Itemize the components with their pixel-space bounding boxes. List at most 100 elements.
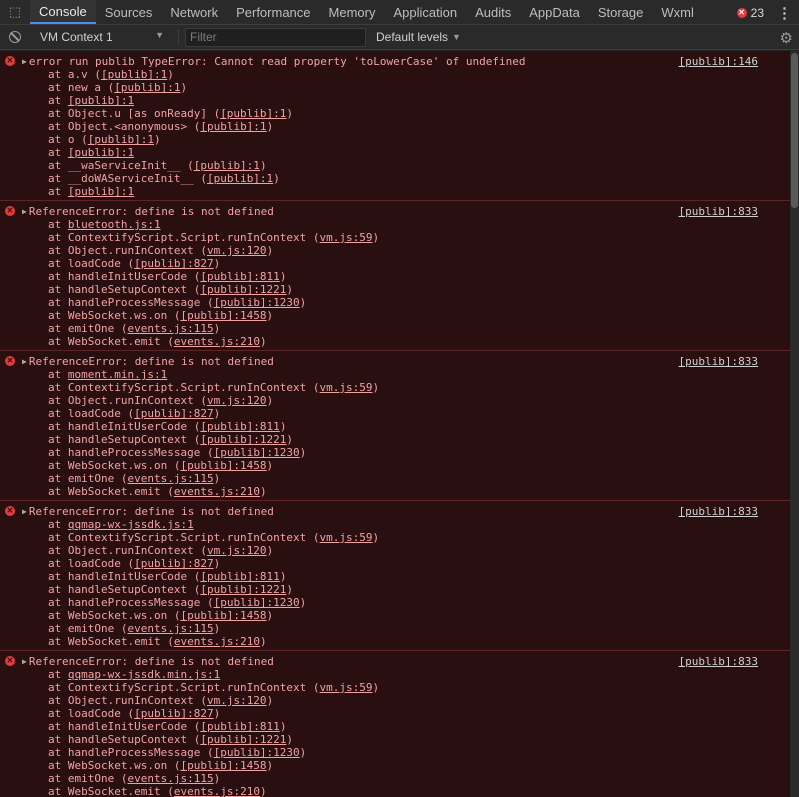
frame-location-link[interactable]: [publib]:1 xyxy=(194,159,260,172)
frame-location-link[interactable]: events.js:210 xyxy=(174,635,260,648)
inspect-element-icon[interactable]: ⬚ xyxy=(0,0,30,24)
frame-suffix: ) xyxy=(213,622,221,635)
error-headline[interactable]: ▶ ReferenceError: define is not defined xyxy=(0,205,790,218)
frame-location-link[interactable]: events.js:115 xyxy=(127,322,213,335)
frame-location-link[interactable]: [publib]:1 xyxy=(68,146,134,159)
frame-location-link[interactable]: [publib]:1221 xyxy=(200,583,286,596)
scrollbar[interactable] xyxy=(790,51,799,797)
error-headline[interactable]: ▶ error run publib TypeError: Cannot read… xyxy=(0,55,790,68)
frame-location-link[interactable]: [publib]:827 xyxy=(134,557,213,570)
frame-location-link[interactable]: [publib]:1 xyxy=(68,185,134,198)
frame-location-link[interactable]: vm.js:59 xyxy=(320,231,373,244)
frame-location-link[interactable]: vm.js:120 xyxy=(207,544,267,557)
frame-location-link[interactable]: [publib]:1458 xyxy=(180,759,266,772)
frame-function: at WebSocket.ws.on ( xyxy=(48,309,181,322)
tab-appdata[interactable]: AppData xyxy=(520,0,589,24)
frame-location-link[interactable]: [publib]:811 xyxy=(200,420,279,433)
frame-suffix: ) xyxy=(266,309,274,322)
frame-location-link[interactable]: [publib]:811 xyxy=(200,270,279,283)
log-levels-dropdown[interactable]: Default levels ▼ xyxy=(376,30,461,44)
frame-location-link[interactable]: events.js:115 xyxy=(127,472,213,485)
error-count-badge[interactable]: ✕ 23 xyxy=(736,0,764,25)
frame-suffix: ) xyxy=(286,733,294,746)
frame-location-link[interactable]: [publib]:827 xyxy=(134,707,213,720)
filter-input[interactable]: Filter xyxy=(185,27,366,47)
frame-location-link[interactable]: events.js:115 xyxy=(127,622,213,635)
expand-triangle-icon[interactable]: ▶ xyxy=(22,507,27,516)
frame-location-link[interactable]: [publib]:1 xyxy=(114,81,180,94)
frame-location-link[interactable]: [publib]:1 xyxy=(207,172,273,185)
tab-performance[interactable]: Performance xyxy=(227,0,319,24)
frame-location-link[interactable]: events.js:210 xyxy=(174,785,260,797)
frame-location-link[interactable]: vm.js:59 xyxy=(320,681,373,694)
error-headline[interactable]: ▶ ReferenceError: define is not defined xyxy=(0,655,790,668)
frame-location-link[interactable]: events.js:115 xyxy=(127,772,213,785)
tab-memory[interactable]: Memory xyxy=(320,0,385,24)
frame-location-link[interactable]: qqmap-wx-jssdk.js:1 xyxy=(68,518,194,531)
expand-triangle-icon[interactable]: ▶ xyxy=(22,57,27,66)
frame-location-link[interactable]: [publib]:1458 xyxy=(180,459,266,472)
frame-location-link[interactable]: vm.js:120 xyxy=(207,394,267,407)
frame-location-link[interactable]: [publib]:1221 xyxy=(200,283,286,296)
frame-location-link[interactable]: vm.js:59 xyxy=(320,531,373,544)
tab-network[interactable]: Network xyxy=(161,0,227,24)
frame-location-link[interactable]: vm.js:59 xyxy=(320,381,373,394)
source-link[interactable]: [publib]:833 xyxy=(679,655,758,668)
frame-location-link[interactable]: [publib]:811 xyxy=(200,570,279,583)
frame-location-link[interactable]: [publib]:1221 xyxy=(200,433,286,446)
tab-audits[interactable]: Audits xyxy=(466,0,520,24)
frame-location-link[interactable]: [publib]:1458 xyxy=(180,609,266,622)
frame-function: at emitOne ( xyxy=(48,322,128,335)
frame-location-link[interactable]: [publib]:811 xyxy=(200,720,279,733)
frame-location-link[interactable]: events.js:210 xyxy=(174,335,260,348)
frame-location-link[interactable]: events.js:210 xyxy=(174,485,260,498)
stack-frame: at ContextifyScript.Script.runInContext … xyxy=(0,231,790,244)
expand-triangle-icon[interactable]: ▶ xyxy=(22,357,27,366)
stack-frame: at emitOne (events.js:115) xyxy=(0,772,790,785)
frame-location-link[interactable]: [publib]:827 xyxy=(134,257,213,270)
clear-console-button[interactable] xyxy=(0,31,30,43)
frame-location-link[interactable]: [publib]:1 xyxy=(68,94,134,107)
tab-storage[interactable]: Storage xyxy=(589,0,653,24)
tab-console[interactable]: Console xyxy=(30,0,96,24)
frame-location-link[interactable]: [publib]:1230 xyxy=(214,596,300,609)
source-link[interactable]: [publib]:833 xyxy=(679,205,758,218)
frame-location-link[interactable]: [publib]:1230 xyxy=(214,446,300,459)
stack-frame: at Object.runInContext (vm.js:120) xyxy=(0,694,790,707)
source-link[interactable]: [publib]:833 xyxy=(679,355,758,368)
frame-location-link[interactable]: [publib]:1230 xyxy=(214,296,300,309)
frame-location-link[interactable]: vm.js:120 xyxy=(207,244,267,257)
frame-location-link[interactable]: [publib]:1458 xyxy=(180,309,266,322)
error-headline[interactable]: ▶ ReferenceError: define is not defined xyxy=(0,355,790,368)
frame-location-link[interactable]: [publib]:1230 xyxy=(214,746,300,759)
source-link[interactable]: [publib]:146 xyxy=(679,55,758,68)
frame-suffix: ) xyxy=(180,81,188,94)
frame-location-link[interactable]: vm.js:120 xyxy=(207,694,267,707)
frame-function: at Object.runInContext ( xyxy=(48,394,207,407)
frame-location-link[interactable]: moment.min.js:1 xyxy=(68,368,167,381)
scrollbar-thumb[interactable] xyxy=(791,53,798,208)
frame-location-link[interactable]: [publib]:1 xyxy=(220,107,286,120)
tab-application[interactable]: Application xyxy=(384,0,466,24)
more-options-icon[interactable]: ⋮ xyxy=(777,0,792,25)
frame-location-link[interactable]: [publib]:1 xyxy=(200,120,266,133)
frame-location-link[interactable]: [publib]:1 xyxy=(88,133,154,146)
expand-triangle-icon[interactable]: ▶ xyxy=(22,657,27,666)
stack-frame: at handleSetupContext ([publib]:1221) xyxy=(0,583,790,596)
error-headline[interactable]: ▶ ReferenceError: define is not defined xyxy=(0,505,790,518)
tab-wxml[interactable]: Wxml xyxy=(652,0,703,24)
source-link[interactable]: [publib]:833 xyxy=(679,505,758,518)
frame-location-link[interactable]: [publib]:827 xyxy=(134,407,213,420)
context-selector[interactable]: VM Context 1 ▼ xyxy=(30,30,172,44)
gear-icon[interactable]: ⚙ xyxy=(780,25,793,50)
frame-location-link[interactable]: bluetooth.js:1 xyxy=(68,218,161,231)
expand-triangle-icon[interactable]: ▶ xyxy=(22,207,27,216)
frame-location-link[interactable]: [publib]:1221 xyxy=(200,733,286,746)
frame-location-link[interactable]: qqmap-wx-jssdk.min.js:1 xyxy=(68,668,220,681)
frame-location-link[interactable]: [publib]:1 xyxy=(101,68,167,81)
frame-suffix: ) xyxy=(279,420,287,433)
frame-function: at loadCode ( xyxy=(48,557,135,570)
frame-suffix: ) xyxy=(213,257,221,270)
tab-sources[interactable]: Sources xyxy=(96,0,162,24)
frame-function: at __doWAServiceInit__ ( xyxy=(48,172,207,185)
